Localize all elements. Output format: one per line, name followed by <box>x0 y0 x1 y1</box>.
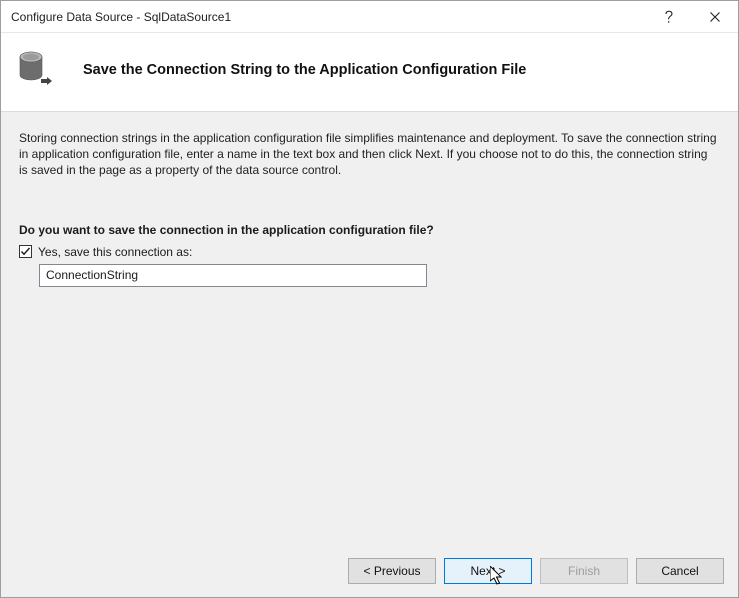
connection-name-value: ConnectionString <box>46 268 138 282</box>
database-icon <box>19 51 53 89</box>
wizard-body: Storing connection strings in the applic… <box>1 112 738 545</box>
page-title: Save the Connection String to the Applic… <box>83 62 526 78</box>
wizard-header: Save the Connection String to the Applic… <box>1 33 738 112</box>
help-button[interactable] <box>646 1 692 33</box>
wizard-footer: < Previous Next > Finish Cancel <box>1 545 738 597</box>
connection-name-input[interactable]: ConnectionString <box>39 264 427 287</box>
save-checkbox-label: Yes, save this connection as: <box>38 245 192 259</box>
save-question: Do you want to save the connection in th… <box>19 223 720 237</box>
save-checkbox-row: Yes, save this connection as: <box>19 245 720 259</box>
window-title: Configure Data Source - SqlDataSource1 <box>11 10 646 24</box>
save-checkbox[interactable] <box>19 245 32 258</box>
finish-button: Finish <box>540 558 628 584</box>
titlebar: Configure Data Source - SqlDataSource1 <box>1 1 738 33</box>
next-button[interactable]: Next > <box>444 558 532 584</box>
close-button[interactable] <box>692 1 738 33</box>
cancel-button[interactable]: Cancel <box>636 558 724 584</box>
previous-button[interactable]: < Previous <box>348 558 436 584</box>
intro-text: Storing connection strings in the applic… <box>19 130 719 179</box>
wizard-window: Configure Data Source - SqlDataSource1 S… <box>0 0 739 598</box>
